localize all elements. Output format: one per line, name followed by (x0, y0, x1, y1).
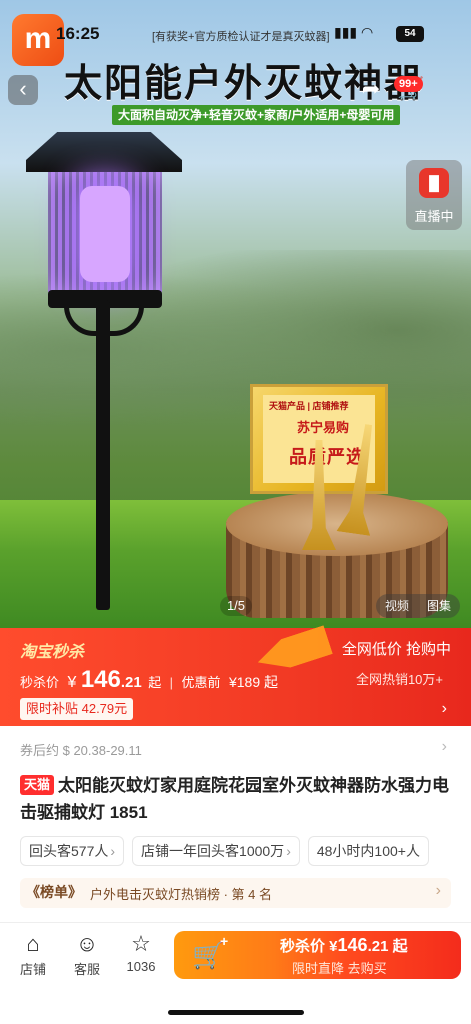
plaque-line2: 苏宁易购 (297, 420, 350, 435)
price-suffix: 起 (148, 675, 162, 690)
coupon-text: 券后约 $ 20.38-29.11 (20, 743, 142, 758)
live-label: 直播中 (414, 209, 454, 224)
battery-icon: 54 (396, 26, 424, 42)
share-icon[interactable]: ➦ (356, 74, 386, 104)
store-icon: ⌂ (26, 931, 40, 956)
buy-now-button[interactable]: 🛒 + 秒杀价 ¥146.21 起 限时直降 去购买 (174, 931, 461, 979)
product-title-text: 太阳能灭蚊灯家用庭院花园室外灭蚊神器防水强力电击驱捕蚊灯 1851 (20, 776, 450, 822)
status-bar: 16:25 [有获奖+官方质检认证才是真灭蚊器] ▮▮▮ ◠ 54 (0, 22, 471, 48)
ranking-badge: 《榜单》 (26, 884, 82, 900)
tmall-tag: 天猫 (20, 775, 55, 795)
lamp-uv-glow (80, 186, 130, 282)
tab-video[interactable]: 视频 (376, 594, 418, 618)
product-title: 天猫 太阳能灭蚊灯家用庭院花园室外灭蚊神器防水强力电击驱捕蚊灯 1851 (20, 772, 451, 826)
price-separator: | (169, 675, 174, 690)
home-indicator (168, 1010, 304, 1015)
nav-favorite[interactable]: ☆ 1036 (116, 931, 166, 974)
nav-customer-service[interactable]: ☺ 客服 (62, 931, 112, 978)
hero-subline: 大面积自动灭净+轻音灭蚊+家商/户外适用+母婴可用 (112, 105, 401, 125)
cart-badge: 99+ (394, 76, 423, 92)
coupon-row[interactable]: 券后约 $ 20.38-29.11 › (20, 738, 451, 759)
tab-gallery[interactable]: 图集 (418, 594, 460, 618)
chevron-right-icon: › (435, 882, 441, 899)
chevron-right-icon[interactable]: › (442, 700, 447, 718)
flash-sale-brand: 淘宝秒杀 (20, 644, 85, 661)
signal-wifi-icon: ▮▮▮ ◠ (334, 24, 374, 40)
live-icon: ▐▌ (419, 168, 449, 198)
sale-slogan: 全网低价 抢购中 (341, 641, 451, 658)
back-button[interactable]: ‹ (8, 75, 38, 105)
buy-subtext: 限时直降 去购买 (292, 961, 387, 976)
currency-symbol: ¥ (67, 674, 77, 691)
feature-chips: 回头客577人 › 店铺一年回头客1000万 › 48小时内100+人 (20, 836, 471, 866)
plaque-line1: 天猫产品 | 店铺推荐 (269, 401, 349, 411)
image-counter: 1/5 (220, 596, 252, 616)
subsidy-badge: 限时补贴 42.79元 (20, 698, 134, 720)
status-time: 16:25 (56, 24, 100, 43)
sales-count: 全网热销10万+ (355, 672, 443, 687)
plus-icon: + (220, 933, 229, 949)
ranking-text: 户外电击灭蚊灯热销榜 · 第 4 名 (90, 887, 273, 902)
chevron-right-icon: › (110, 843, 116, 859)
status-banner: [有获奖+官方质检认证才是真灭蚊器] (152, 31, 330, 43)
bottom-action-bar: ⌂ 店铺 ☺ 客服 ☆ 1036 🛒 + 秒杀价 ¥146.21 起 限时直降 … (0, 923, 471, 1024)
plaque-line3: 品质严选 (289, 447, 365, 467)
ranking-row[interactable]: 《榜单》 户外电击灭蚊灯热销榜 · 第 4 名 › (20, 878, 451, 908)
service-icon: ☺ (75, 931, 99, 956)
nav-store[interactable]: ⌂ 店铺 (8, 931, 58, 978)
lamp-pole (96, 300, 110, 610)
chevron-right-icon: › (441, 738, 447, 755)
original-price: ¥189 起 (228, 674, 279, 690)
chip-48h[interactable]: 48小时内100+人 (307, 836, 429, 866)
buy-price: 秒杀价 ¥146.21 起 (280, 935, 408, 955)
chip-repeat-buyers[interactable]: 回头客577人 › (20, 836, 125, 866)
lamp-solar-roof (26, 132, 182, 172)
price-line: 秒杀价 ¥ 146.21 起 | 优惠前 ¥189 起 (20, 666, 278, 694)
original-price-label: 优惠前 (181, 675, 221, 690)
price-label: 秒杀价 (20, 675, 60, 690)
price-integer: 146 (80, 666, 121, 693)
chip-store-repeat-buyers[interactable]: 店铺一年回头客1000万 › (132, 836, 300, 866)
chevron-right-icon: › (286, 843, 291, 859)
flash-sale-banner[interactable]: 淘宝秒杀 秒杀价 ¥ 146.21 起 | 优惠前 ¥189 起 限时补贴 42… (0, 628, 471, 726)
tree-stump-top (226, 492, 448, 556)
live-stream-button[interactable]: ▐▌ 直播中 (406, 160, 462, 230)
price-decimal: .21 (120, 674, 142, 691)
star-icon: ☆ (131, 931, 151, 956)
media-tabs: 视频 图集 (376, 594, 460, 618)
